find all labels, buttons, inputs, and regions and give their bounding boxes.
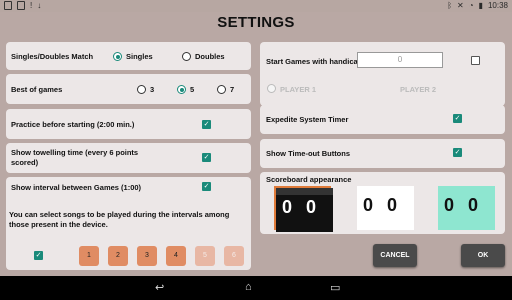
player1-label: PLAYER 1 xyxy=(280,85,316,94)
songs-description: You can select songs to be played during… xyxy=(9,210,230,229)
theme-topbar xyxy=(357,186,414,193)
app-icon xyxy=(17,1,25,10)
expedite-checkbox[interactable]: ✓ xyxy=(453,114,462,123)
scoreboard-theme-light[interactable]: 0 0 xyxy=(357,186,414,230)
singles-radio[interactable] xyxy=(113,52,122,61)
song-button-1[interactable]: 1 xyxy=(79,246,99,266)
best-of-3-label: 3 xyxy=(150,85,155,94)
theme-topbar xyxy=(276,188,333,195)
recent-apps-icon[interactable]: ▭ xyxy=(330,281,340,294)
theme-body: 0 0 xyxy=(438,193,495,230)
bluetooth-icon: ᛒ xyxy=(447,1,453,10)
player1-radio[interactable] xyxy=(267,84,276,93)
score-left: 0 xyxy=(444,195,455,215)
best-of-row: Best of games 3 5 7 xyxy=(6,74,251,104)
doubles-label: Doubles xyxy=(195,52,225,61)
app-icon xyxy=(4,1,12,10)
interval-label: Show interval between Games (1:00) xyxy=(11,183,142,192)
song-button-3[interactable]: 3 xyxy=(137,246,157,266)
home-icon[interactable]: ⌂ xyxy=(245,281,252,293)
best-of-5-label: 5 xyxy=(190,85,195,94)
towelling-checkbox[interactable]: ✓ xyxy=(202,153,211,162)
expedite-label: Expedite System Timer xyxy=(266,115,349,124)
cancel-button[interactable]: CANCEL xyxy=(373,244,417,267)
battery-icon: ▮ xyxy=(478,1,483,10)
player2-label: PLAYER 2 xyxy=(400,85,436,94)
theme-topbar xyxy=(438,186,495,193)
navigation-bar: ↩ ⌂ ▭ xyxy=(0,276,512,300)
scoreboard-label: Scoreboard appearance xyxy=(266,175,352,184)
timeout-label: Show Time-out Buttons xyxy=(266,149,351,158)
score-left: 0 xyxy=(363,195,374,215)
interval-checkbox[interactable]: ✓ xyxy=(202,182,211,191)
practice-checkbox[interactable]: ✓ xyxy=(202,120,211,129)
back-icon[interactable]: ↩ xyxy=(155,281,164,294)
wifi-icon: ◔ xyxy=(468,1,474,10)
singles-label: Singles xyxy=(126,52,153,61)
theme-body: 0 0 xyxy=(357,193,414,230)
best-of-7-radio[interactable] xyxy=(217,85,226,94)
status-time: 10:38 xyxy=(487,1,508,10)
theme-body: 0 0 xyxy=(276,195,333,232)
handicap-label: Start Games with handicap xyxy=(266,57,363,66)
practice-label: Practice before starting (2:00 min.) xyxy=(11,120,135,129)
best-of-label: Best of games xyxy=(11,85,63,94)
best-of-7-label: 7 xyxy=(230,85,235,94)
match-type-row: Singles/Doubles Match Singles Doubles xyxy=(6,42,251,70)
handicap-value-input[interactable]: 0 xyxy=(357,52,443,68)
mute-icon: ✕ xyxy=(457,1,464,10)
best-of-5-radio[interactable] xyxy=(177,85,186,94)
match-type-label: Singles/Doubles Match xyxy=(11,52,94,61)
page-title: SETTINGS xyxy=(217,14,295,31)
song-button-5[interactable]: 5 xyxy=(195,246,215,266)
score-right: 0 xyxy=(468,195,479,215)
song-button-6[interactable]: 6 xyxy=(224,246,244,266)
timeout-row: Show Time-out Buttons ✓ xyxy=(260,139,505,168)
ok-button[interactable]: OK xyxy=(461,244,505,267)
expedite-row: Expedite System Timer ✓ xyxy=(260,105,505,134)
download-icon: ↓ xyxy=(37,1,42,10)
status-bar: ! ↓ ᛒ ✕ ◔ ▮ 10:38 xyxy=(0,0,512,12)
scoreboard-theme-dark[interactable]: 0 0 xyxy=(274,186,333,232)
song-button-4[interactable]: 4 xyxy=(166,246,186,266)
towelling-row: Show towelling time (every 6 points scor… xyxy=(6,143,251,173)
practice-row: Practice before starting (2:00 min.) ✓ xyxy=(6,109,251,139)
towelling-label: Show towelling time (every 6 points scor… xyxy=(11,148,139,167)
score-left: 0 xyxy=(282,197,293,217)
songs-checkbox[interactable]: ✓ xyxy=(34,251,43,260)
doubles-radio[interactable] xyxy=(182,52,191,61)
song-button-2[interactable]: 2 xyxy=(108,246,128,266)
scoreboard-theme-mint[interactable]: 0 0 xyxy=(438,186,495,230)
notification-icon: ! xyxy=(30,1,33,10)
timeout-checkbox[interactable]: ✓ xyxy=(453,148,462,157)
best-of-3-radio[interactable] xyxy=(137,85,146,94)
score-right: 0 xyxy=(387,195,398,215)
score-right: 0 xyxy=(306,197,317,217)
handicap-checkbox[interactable] xyxy=(471,56,480,65)
